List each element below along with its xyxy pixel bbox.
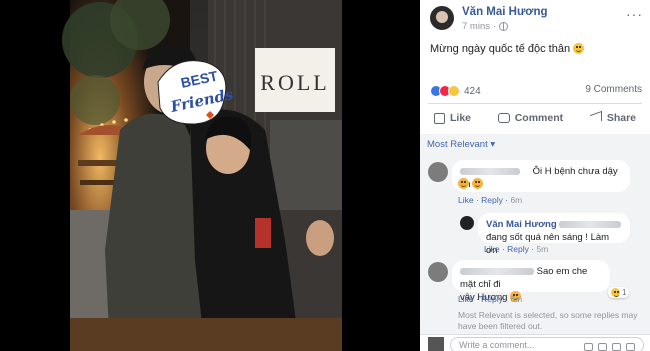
comment-time[interactable]: 6m [510, 195, 522, 205]
haha-reaction-icon [611, 288, 620, 297]
sort-dropdown[interactable]: Most Relevant ▾ [427, 139, 495, 150]
blurred-text [559, 220, 622, 228]
post-meta: 7 mins · [462, 21, 509, 32]
more-options-icon[interactable]: ··· [626, 6, 643, 22]
emoji-picker-icon[interactable] [584, 343, 593, 351]
reply-author-name[interactable]: Văn Mai Hương [486, 219, 557, 230]
post-panel: Văn Mai Hương 7 mins · ··· Mừng ngày quố… [420, 0, 650, 351]
like-button[interactable]: Like [434, 112, 471, 124]
haha-reaction-icon [448, 85, 460, 97]
post-time[interactable]: 7 mins [462, 21, 490, 32]
reply-author-avatar[interactable] [460, 216, 474, 230]
post-photo[interactable]: ROLL BEST Friends [0, 0, 420, 351]
reply-reply-link[interactable]: Reply [507, 244, 529, 254]
commenter-avatar[interactable] [428, 162, 448, 182]
comment-reaction-badge[interactable]: 1 [608, 287, 630, 298]
post-status: Mừng ngày quốc tế độc thân [430, 43, 585, 55]
reply-like-link[interactable]: Like [484, 244, 500, 254]
blurred-name [460, 167, 520, 175]
comment-input[interactable]: Write a comment... [450, 337, 644, 351]
author-name[interactable]: Văn Mai Hương [462, 6, 548, 18]
divider [428, 103, 642, 104]
author-avatar[interactable] [430, 6, 454, 30]
smile-emoji-icon [573, 43, 585, 54]
post-header: Văn Mai Hương 7 mins · ··· [430, 6, 645, 34]
sad-emoji-icon [472, 178, 484, 189]
reply-actions: Like · Reply · 5m [484, 244, 549, 254]
comment-time[interactable]: 6m [510, 294, 522, 304]
comment-like-link[interactable]: Like [458, 294, 474, 304]
camera-icon[interactable] [598, 343, 607, 351]
commenter-avatar[interactable] [428, 262, 448, 282]
share-button[interactable]: Share [589, 110, 636, 126]
globe-icon [499, 22, 509, 31]
chevron-down-icon: ▾ [490, 139, 496, 150]
comment-reply-link[interactable]: Reply [481, 195, 503, 205]
comment-actions: Like · Reply · 6m [458, 195, 523, 205]
reply-time[interactable]: 5m [536, 244, 548, 254]
photo-canvas: ROLL BEST Friends [0, 0, 420, 351]
comment-button[interactable]: Comment [497, 112, 563, 124]
reply-bubble: Văn Mai Hương đang sốt quá nên sáng ! Là… [478, 213, 630, 256]
gif-icon[interactable] [612, 343, 621, 351]
comment-like-link[interactable]: Like [458, 195, 474, 205]
thumbs-up-icon [434, 112, 445, 124]
my-avatar [428, 337, 444, 351]
reaction-summary[interactable]: 424 9 Comments [430, 84, 642, 98]
roll-sign: ROLL [260, 70, 329, 95]
reaction-count[interactable]: 424 [464, 86, 481, 97]
post-actions: Like Comment Share [428, 107, 642, 129]
comment-actions: Like · Reply · 6m [458, 294, 523, 304]
emoji-row [458, 178, 484, 190]
comment-input-placeholder: Write a comment... [459, 340, 535, 350]
sticker-icon[interactable] [626, 343, 635, 351]
comment-reply-link[interactable]: Reply [481, 294, 503, 304]
write-comment-row: Write a comment... [420, 334, 650, 351]
filter-note: Most Relevant is selected, so some repli… [458, 310, 638, 331]
share-arrow-icon [589, 110, 602, 126]
sad-emoji-icon [458, 178, 469, 189]
blurred-name [460, 267, 534, 275]
comment-bubble: Sao em che mặt chỉ đi vậy Hương [452, 260, 610, 303]
comment-count[interactable]: 9 Comments [585, 84, 642, 95]
status-text: Mừng ngày quốc tế độc thân [430, 43, 571, 55]
comment-bubble-icon [497, 113, 510, 123]
